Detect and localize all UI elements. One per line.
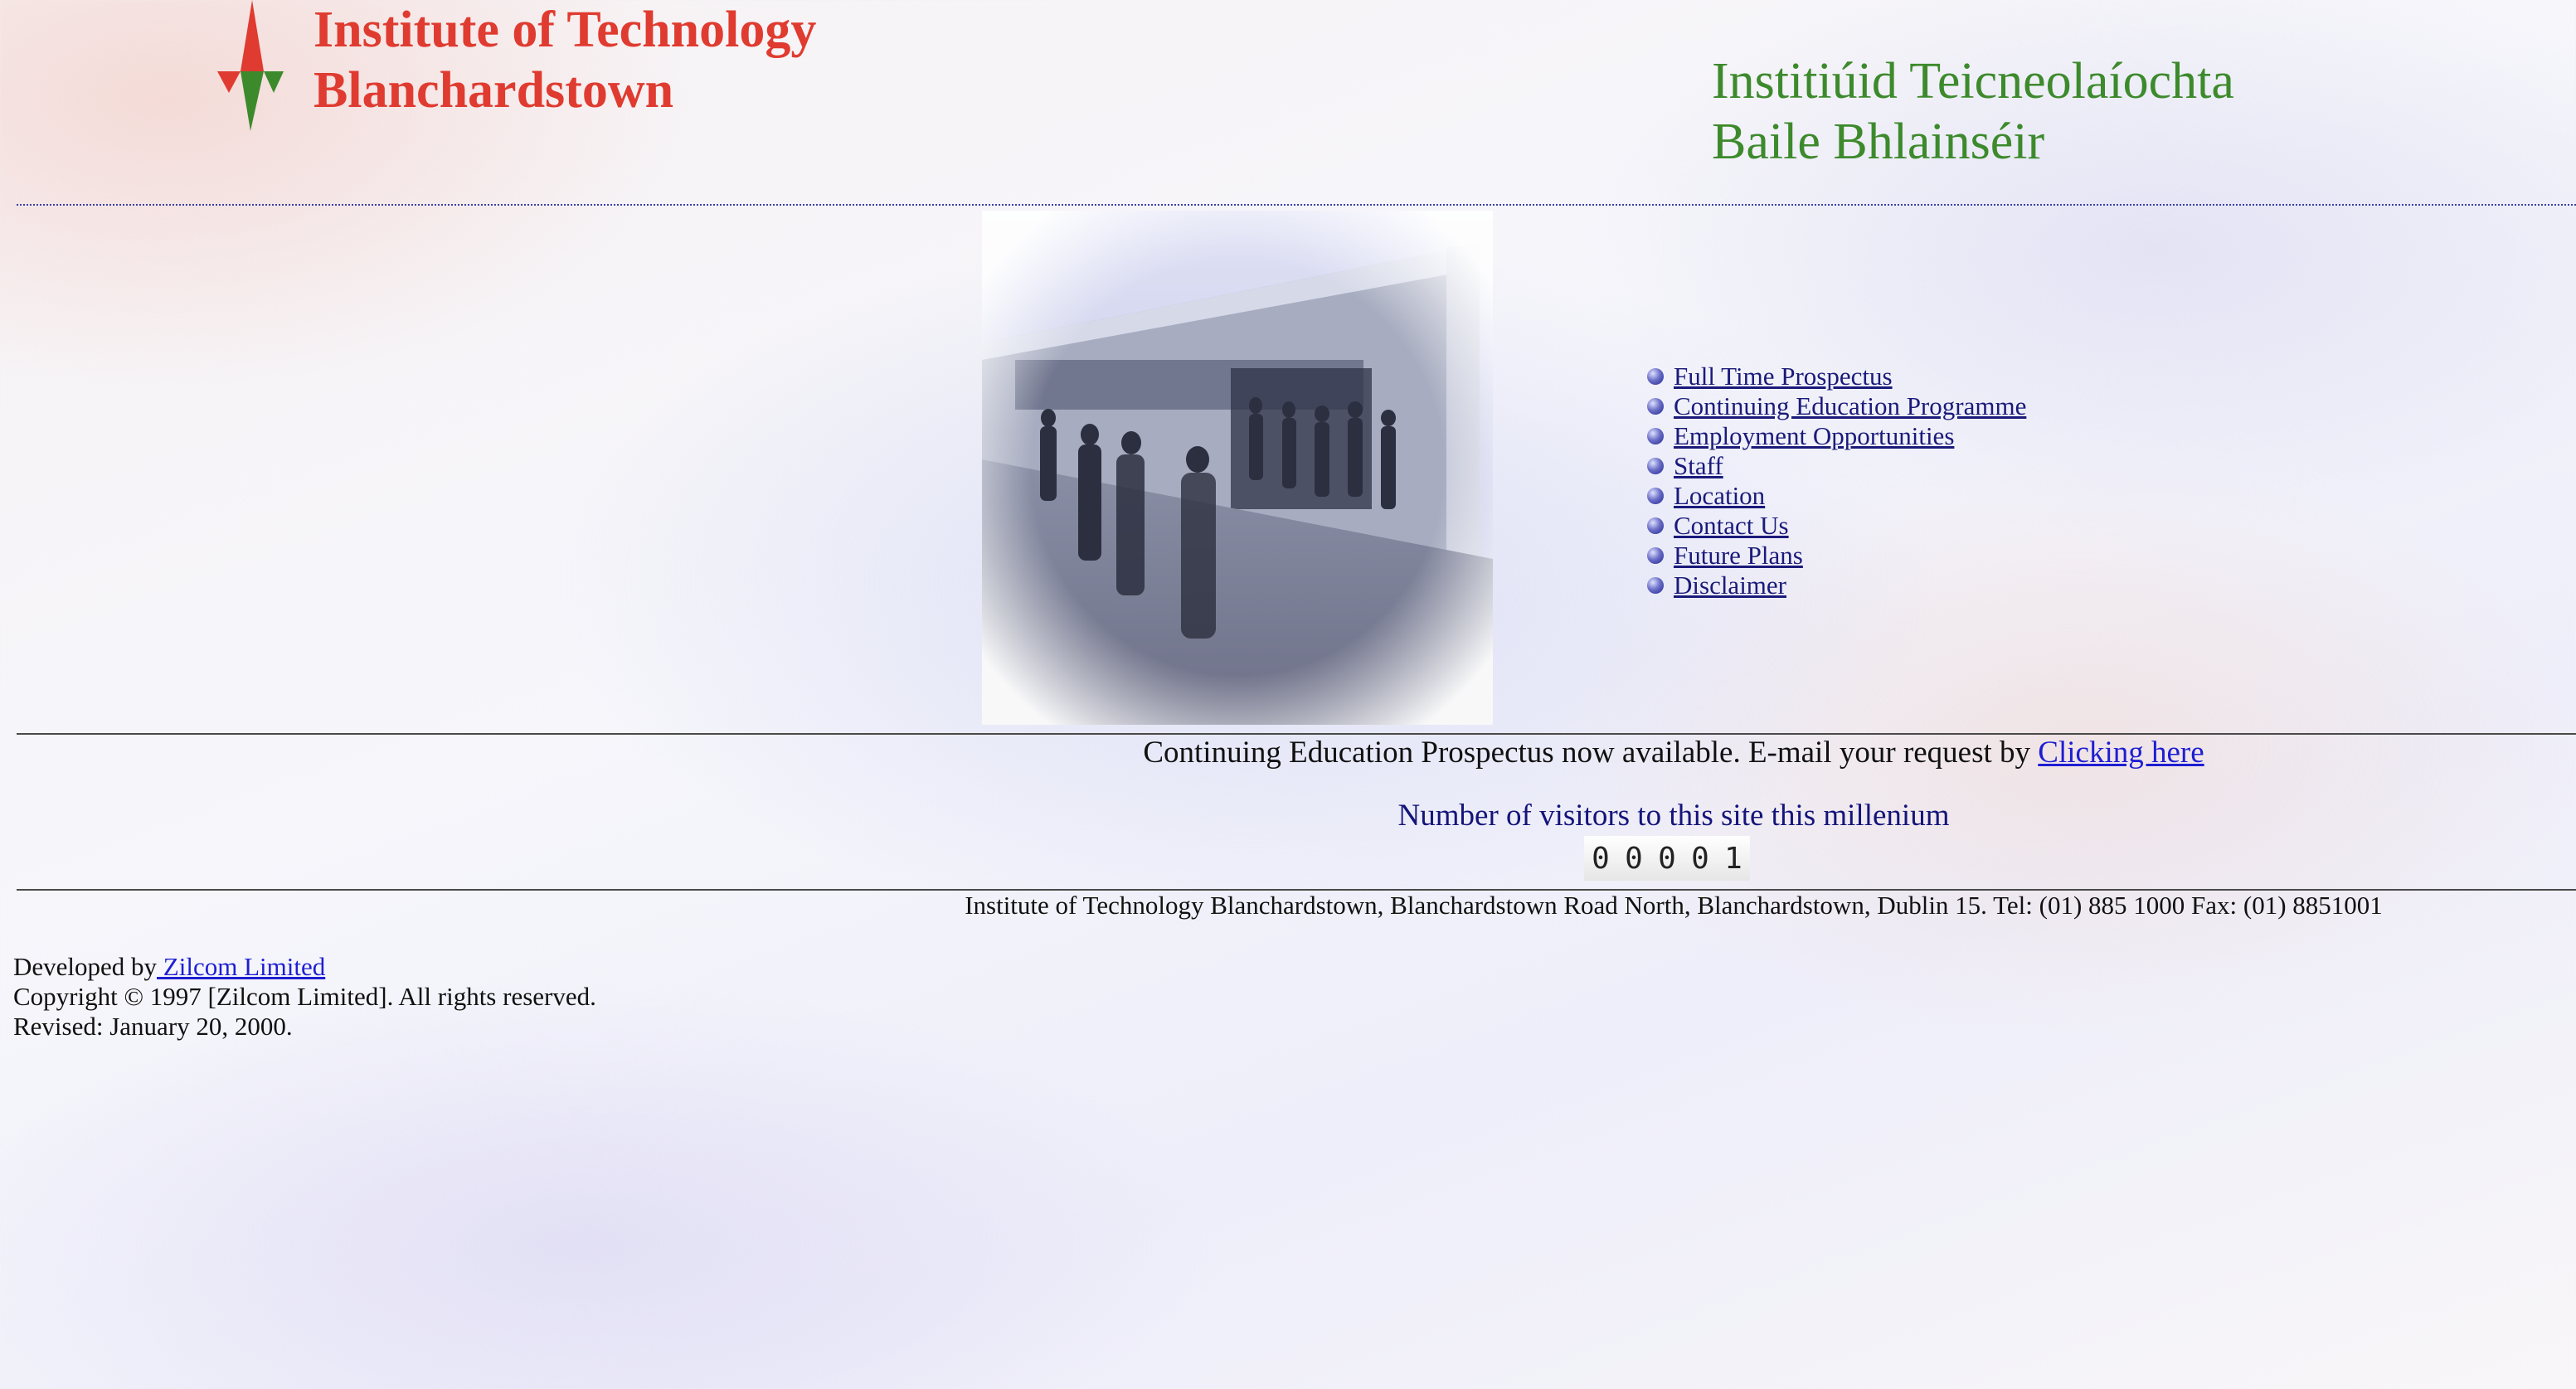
sphere-bullet-icon [1647, 398, 1664, 415]
developed-by-line: Developed by Zilcom Limited [13, 952, 596, 982]
copyright-text: Copyright © 1997 [Zilcom Limited]. All r… [13, 982, 596, 1011]
menu-item-location: Location [1647, 481, 2026, 511]
institute-address: Institute of Technology Blanchardstown, … [965, 891, 2383, 920]
sphere-bullet-icon [1647, 458, 1664, 474]
counter-digit: 0 [1617, 836, 1650, 881]
menu-item-employment: Employment Opportunities [1647, 421, 2026, 451]
prospectus-notice: Continuing Education Prospectus now avai… [0, 735, 2576, 770]
counter-digit: 0 [1650, 836, 1684, 881]
campus-photo [982, 211, 1493, 725]
sphere-bullet-icon [1647, 368, 1664, 385]
contact-us-link[interactable]: Contact Us [1674, 511, 1789, 541]
title-english-line2: Blanchardstown [313, 62, 674, 119]
institute-title-irish: Institiúid Teicneolaíochta Baile Bhlains… [1712, 51, 2234, 172]
title-english-line1: Institute of Technology [313, 2, 817, 58]
main-navigation-menu: Full Time Prospectus Continuing Educatio… [1647, 362, 2026, 600]
location-link[interactable]: Location [1674, 481, 1765, 511]
notice-text: Continuing Education Prospectus now avai… [1143, 736, 2039, 770]
menu-item-future-plans: Future Plans [1647, 541, 2026, 571]
institute-title-english: Institute of Technology Blanchardstown [313, 0, 816, 121]
future-plans-link[interactable]: Future Plans [1674, 541, 1803, 571]
sphere-bullet-icon [1647, 517, 1664, 534]
title-irish-line1: Institiúid Teicneolaíochta [1712, 53, 2234, 109]
clicking-here-link[interactable]: Clicking here [2038, 736, 2204, 770]
staff-link[interactable]: Staff [1674, 451, 1723, 481]
compass-logo-icon [217, 0, 284, 131]
header-divider [17, 204, 2576, 206]
continuing-education-programme-link[interactable]: Continuing Education Programme [1674, 391, 2026, 421]
sphere-bullet-icon [1647, 428, 1664, 444]
visitor-counter: 0 0 0 0 1 [1584, 836, 1750, 881]
footer-credits: Developed by Zilcom Limited Copyright © … [13, 952, 596, 1042]
disclaimer-link[interactable]: Disclaimer [1674, 571, 1786, 600]
visitor-counter-label: Number of visitors to this site this mil… [1397, 799, 1950, 833]
menu-item-full-time-prospectus: Full Time Prospectus [1647, 362, 2026, 391]
sphere-bullet-icon [1647, 547, 1664, 564]
full-time-prospectus-link[interactable]: Full Time Prospectus [1674, 362, 1893, 391]
menu-item-disclaimer: Disclaimer [1647, 571, 2026, 600]
sphere-bullet-icon [1647, 577, 1664, 594]
menu-item-staff: Staff [1647, 451, 2026, 481]
title-irish-line2: Baile Bhlainséir [1712, 114, 2045, 170]
employment-opportunities-link[interactable]: Employment Opportunities [1674, 421, 1954, 451]
counter-digit: 0 [1684, 836, 1717, 881]
sphere-bullet-icon [1647, 488, 1664, 504]
counter-digit: 0 [1584, 836, 1617, 881]
developed-by-label: Developed by [13, 952, 158, 981]
menu-item-contact: Contact Us [1647, 511, 2026, 541]
counter-digit: 1 [1717, 836, 1750, 881]
menu-item-continuing-education: Continuing Education Programme [1647, 391, 2026, 421]
zilcom-link[interactable]: Zilcom Limited [157, 952, 325, 981]
revised-date: Revised: January 20, 2000. [13, 1012, 293, 1041]
